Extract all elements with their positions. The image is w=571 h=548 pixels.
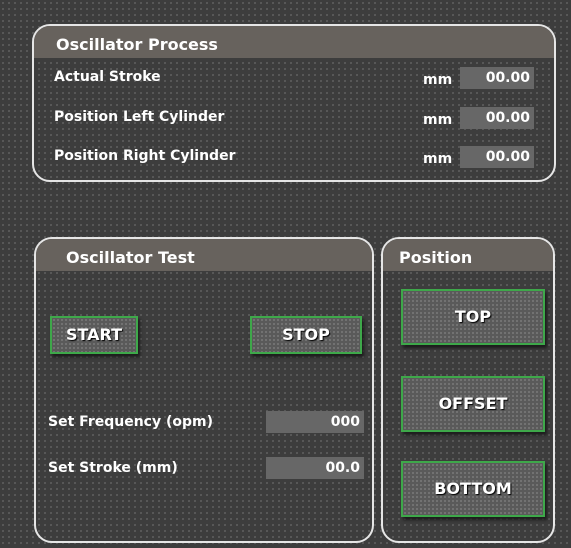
set-frequency-label: Set Frequency (opm): [48, 414, 213, 430]
position-right-cylinder-value: 00.00: [460, 146, 534, 168]
hmi-screen: Oscillator Process Actual Stroke mm 00.0…: [0, 0, 571, 548]
stop-button[interactable]: STOP: [250, 316, 362, 354]
oscillator-test-title: Oscillator Test: [66, 248, 195, 267]
actual-stroke-label: Actual Stroke: [54, 69, 161, 85]
set-stroke-label: Set Stroke (mm): [48, 460, 178, 476]
top-button[interactable]: TOP: [401, 289, 545, 345]
position-left-cylinder-value: 00.00: [460, 107, 534, 129]
position-title: Position: [399, 248, 473, 267]
position-header: Position: [383, 239, 553, 271]
start-button[interactable]: START: [50, 316, 138, 354]
position-left-cylinder-unit: mm: [423, 112, 453, 128]
bottom-button[interactable]: BOTTOM: [401, 461, 545, 517]
actual-stroke-unit: mm: [423, 72, 453, 88]
set-stroke-input[interactable]: 00.0: [266, 457, 364, 479]
oscillator-process-title: Oscillator Process: [56, 35, 218, 54]
position-right-cylinder-unit: mm: [423, 151, 453, 167]
oscillator-process-header: Oscillator Process: [34, 26, 554, 58]
position-left-cylinder-label: Position Left Cylinder: [54, 109, 225, 125]
offset-button[interactable]: OFFSET: [401, 376, 545, 432]
oscillator-process-panel: Oscillator Process Actual Stroke mm 00.0…: [32, 24, 556, 182]
oscillator-test-header: Oscillator Test: [36, 239, 372, 271]
position-right-cylinder-label: Position Right Cylinder: [54, 148, 236, 164]
set-frequency-input[interactable]: 000: [266, 411, 364, 433]
position-panel: Position TOP OFFSET BOTTOM: [381, 237, 555, 543]
oscillator-test-panel: Oscillator Test START STOP Set Frequency…: [34, 237, 374, 543]
actual-stroke-value: 00.00: [460, 67, 534, 89]
